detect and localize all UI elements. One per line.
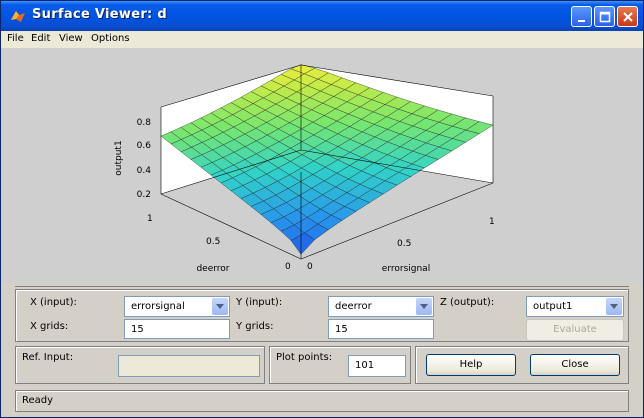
z-tick: 0.2 xyxy=(137,190,151,200)
y-tick: 1 xyxy=(489,217,495,227)
z-axis-label: output1 xyxy=(114,140,124,175)
y-axis-label: errorsignal xyxy=(382,264,430,274)
close-button[interactable]: Close xyxy=(530,354,620,376)
y-grids-label: Y grids: xyxy=(236,321,274,332)
y-grids-input[interactable]: 15 xyxy=(328,319,434,339)
minimize-icon xyxy=(578,20,585,22)
evaluate-button[interactable]: Evaluate xyxy=(526,319,624,341)
status-bar: Ready xyxy=(15,390,629,412)
menu-options[interactable]: Options xyxy=(91,33,130,44)
plot-points-label: Plot points: xyxy=(276,352,333,363)
menu-edit[interactable]: Edit xyxy=(31,33,50,44)
y-tick: 0.5 xyxy=(397,239,411,249)
surface-plot-area[interactable]: 0.8 0.6 0.4 0.2 output1 1 0.5 0 deerror … xyxy=(1,48,643,284)
x-input-dropdown[interactable]: errorsignal xyxy=(124,296,230,317)
z-output-label: Z (output): xyxy=(440,297,495,308)
plot-points-value: 101 xyxy=(355,360,375,371)
chevron-down-icon[interactable] xyxy=(416,298,432,315)
y-input-label: Y (input): xyxy=(236,297,283,308)
x-tick: 0.5 xyxy=(206,237,220,247)
z-tick: 0.8 xyxy=(137,118,152,128)
x-axis-label: deerror xyxy=(196,264,229,274)
help-button[interactable]: Help xyxy=(426,354,516,376)
x-grids-label: X grids: xyxy=(30,321,69,332)
surface-viewer-window: Surface Viewer: d File Edit View Options xyxy=(0,0,644,418)
z-tick: 0.4 xyxy=(137,166,152,176)
ref-input-panel: Ref. Input: xyxy=(15,346,265,384)
ref-input-field[interactable] xyxy=(118,355,260,377)
panel-separator xyxy=(15,286,629,287)
x-grids-value: 15 xyxy=(131,324,144,335)
surface-plot[interactable]: 0.8 0.6 0.4 0.2 output1 1 0.5 0 deerror … xyxy=(1,48,643,284)
x-tick: 0 xyxy=(285,262,291,272)
y-input-value: deerror xyxy=(335,301,372,312)
maximize-icon xyxy=(599,11,611,23)
x-input-label: X (input): xyxy=(30,297,77,308)
window-title: Surface Viewer: d xyxy=(32,7,167,22)
y-input-dropdown[interactable]: deerror xyxy=(328,296,434,317)
x-tick: 1 xyxy=(147,214,153,224)
x-grids-input[interactable]: 15 xyxy=(124,319,230,339)
z-output-value: output1 xyxy=(533,301,573,312)
z-output-dropdown[interactable]: output1 xyxy=(526,296,624,317)
maximize-button[interactable] xyxy=(594,6,615,27)
x-input-value: errorsignal xyxy=(131,301,185,312)
y-tick: 0 xyxy=(307,262,313,272)
plot-points-panel: Plot points: 101 xyxy=(269,346,411,384)
ref-input-label: Ref. Input: xyxy=(22,352,74,363)
minimize-button[interactable] xyxy=(571,6,592,27)
close-icon xyxy=(623,12,633,22)
z-tick: 0.6 xyxy=(137,141,152,151)
menu-bar: File Edit View Options xyxy=(1,31,643,48)
y-grids-value: 15 xyxy=(335,324,348,335)
title-bar[interactable]: Surface Viewer: d xyxy=(1,1,643,31)
menu-view[interactable]: View xyxy=(59,33,83,44)
plot-points-input[interactable]: 101 xyxy=(348,355,406,377)
status-text: Ready xyxy=(22,395,54,406)
chevron-down-icon[interactable] xyxy=(212,298,228,315)
close-window-button[interactable] xyxy=(617,6,638,27)
axes-selection-panel: X (input): errorsignal Y (input): deerro… xyxy=(15,289,629,342)
menu-file[interactable]: File xyxy=(7,33,24,44)
matlab-icon xyxy=(10,8,26,24)
buttons-panel: Help Close xyxy=(415,346,629,384)
chevron-down-icon[interactable] xyxy=(606,298,622,315)
